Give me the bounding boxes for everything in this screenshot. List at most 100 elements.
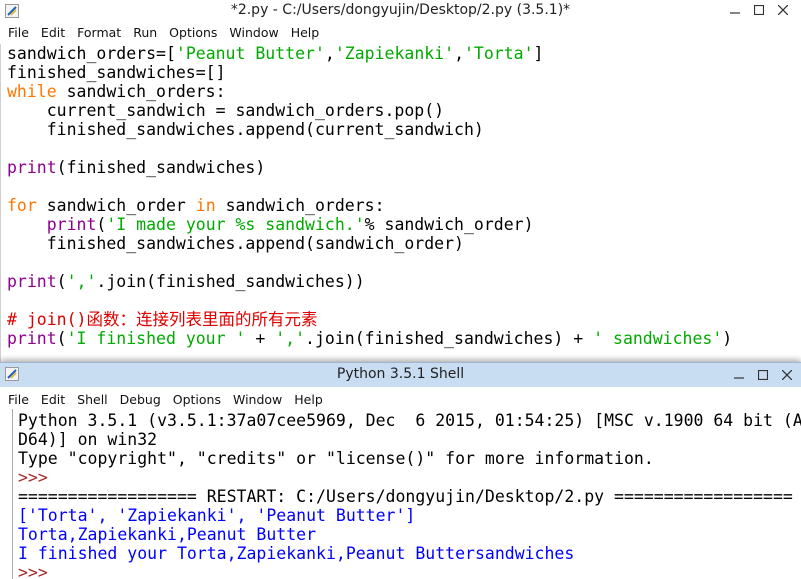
shell-titlebar[interactable]: Python 3.5.1 Shell — [0, 363, 801, 387]
code-token: while — [7, 82, 57, 101]
code-token: for — [7, 196, 37, 215]
editor-menu-file[interactable]: File — [0, 25, 35, 40]
code-token: sandwich_orders: — [215, 196, 385, 215]
editor-menu-edit[interactable]: Edit — [35, 25, 71, 40]
code-token: finished_sandwiches.append(sandwich_orde… — [7, 234, 464, 253]
shell-line: ================== RESTART: C:/Users/don… — [18, 487, 801, 506]
shell-window-controls — [727, 365, 799, 385]
code-token: (finished_sandwiches) — [56, 158, 266, 177]
code-token: >>> — [18, 468, 48, 487]
code-token: + — [245, 329, 276, 348]
code-token: .join(finished_sandwiches)) — [96, 272, 365, 291]
code-token: ( — [56, 329, 67, 348]
shell-line: Type "copyright", "credits" or "license(… — [18, 449, 801, 468]
code-token: .join(finished_sandwiches) + — [305, 329, 594, 348]
code-token: , — [454, 44, 464, 63]
code-token: ================== RESTART: C:/Users/don… — [18, 487, 793, 506]
code-token: print — [7, 329, 57, 348]
code-token: 'Peanut Butter' — [175, 44, 325, 63]
shell-title: Python 3.5.1 Shell — [336, 366, 465, 382]
code-token: Torta,Zapiekanki,Peanut Butter — [18, 525, 317, 544]
shell-menu-debug[interactable]: Debug — [114, 392, 167, 407]
code-token: ' sandwiches' — [593, 329, 723, 348]
editor-menu-options[interactable]: Options — [163, 25, 223, 40]
close-icon[interactable] — [775, 365, 799, 385]
code-token: ] — [533, 44, 544, 63]
editor-menu-window[interactable]: Window — [223, 25, 284, 40]
code-token: 'I made your %s sandwich.' — [106, 215, 365, 234]
editor-menubar: File Edit Format Run Options Window Help — [0, 22, 801, 42]
editor-code-area[interactable]: sandwich_orders=['Peanut Butter','Zapiek… — [7, 44, 801, 348]
close-icon[interactable] — [771, 0, 795, 20]
shell-line: >>> — [18, 563, 801, 579]
shell-menu-edit[interactable]: Edit — [35, 392, 71, 407]
shell-line: Python 3.5.1 (v3.5.1:37a07cee5969, Dec 6… — [18, 411, 801, 430]
shell-menu-shell[interactable]: Shell — [71, 392, 114, 407]
code-line: finished_sandwiches.append(current_sandw… — [7, 120, 801, 139]
code-token: ( — [96, 215, 107, 234]
shell-menu-file[interactable]: File — [0, 392, 35, 407]
editor-menu-format[interactable]: Format — [71, 25, 127, 40]
code-token: finished_sandwiches.append(current_sandw… — [7, 120, 484, 139]
shell-menubar: File Edit Shell Debug Options Window Help — [0, 389, 801, 409]
code-line: for sandwich_order in sandwich_orders: — [7, 196, 801, 215]
editor-titlebar[interactable]: *2.py - C:/Users/dongyujin/Desktop/2.py … — [0, 0, 801, 22]
editor-window: *2.py - C:/Users/dongyujin/Desktop/2.py … — [0, 0, 801, 362]
editor-window-controls — [723, 0, 795, 20]
shell-window: Python 3.5.1 Shell File Edit Shell Debug Opt… — [0, 362, 801, 579]
shell-line: D64)] on win32 — [18, 430, 801, 449]
code-line: print(finished_sandwiches) — [7, 158, 801, 177]
code-token: ',' — [66, 272, 97, 291]
code-line: finished_sandwiches.append(sandwich_orde… — [7, 234, 801, 253]
code-line: while sandwich_orders: — [7, 82, 801, 101]
code-line: print(','.join(finished_sandwiches)) — [7, 272, 801, 291]
code-token: 'Torta' — [464, 44, 534, 63]
shell-line: ['Torta', 'Zapiekanki', 'Peanut Butter'] — [18, 506, 801, 525]
code-token: print — [46, 215, 97, 234]
editor-menu-help[interactable]: Help — [285, 25, 326, 40]
code-line: print('I finished your ' + ','.join(fini… — [7, 329, 801, 348]
code-token: , — [324, 44, 335, 63]
editor-menu-run[interactable]: Run — [127, 25, 163, 40]
maximize-icon[interactable] — [751, 365, 775, 385]
code-token: finished_sandwiches=[] — [7, 63, 226, 82]
code-token: ['Torta', 'Zapiekanki', 'Peanut Butter'] — [18, 506, 416, 525]
minimize-icon[interactable] — [727, 365, 751, 385]
code-token: 'Zapiekanki' — [334, 44, 455, 63]
editor-title: *2.py - C:/Users/dongyujin/Desktop/2.py … — [230, 2, 571, 18]
code-token: sandwich_orders=[ — [7, 44, 176, 63]
editor-left-border — [0, 44, 1, 362]
shell-left-border — [12, 409, 13, 579]
code-token: Type "copyright", "credits" or "license(… — [18, 449, 654, 468]
shell-output-area[interactable]: Python 3.5.1 (v3.5.1:37a07cee5969, Dec 6… — [18, 411, 801, 579]
shell-menu-options[interactable]: Options — [167, 392, 227, 407]
code-token: print — [7, 158, 57, 177]
code-token: sandwich_order — [36, 196, 196, 215]
shell-line: >>> — [18, 468, 801, 487]
shell-menu-help[interactable]: Help — [288, 392, 329, 407]
code-token: % sandwich_order) — [364, 215, 534, 234]
code-token: current_sandwich = sandwich_orders.pop() — [7, 101, 445, 120]
code-token: ( — [56, 272, 67, 291]
code-line: # join()函数：连接列表里面的所有元素 — [7, 310, 801, 329]
code-token: ) — [722, 329, 733, 348]
code-token: # join()函数：连接列表里面的所有元素 — [7, 310, 318, 329]
shell-menu-window[interactable]: Window — [227, 392, 288, 407]
code-token: D64)] on win32 — [18, 430, 158, 449]
code-token: ',' — [275, 329, 306, 348]
shell-line: I finished your Torta,Zapiekanki,Peanut … — [18, 544, 801, 563]
code-token: sandwich_orders: — [56, 82, 226, 101]
code-token: I finished your Torta,Zapiekanki,Peanut … — [18, 544, 575, 563]
code-line: print('I made your %s sandwich.'% sandwi… — [7, 215, 801, 234]
code-token: in — [195, 196, 216, 215]
code-token: 'I finished your ' — [66, 329, 246, 348]
code-line: sandwich_orders=['Peanut Butter','Zapiek… — [7, 44, 801, 63]
maximize-icon[interactable] — [747, 0, 771, 20]
code-token: >>> — [18, 563, 48, 579]
code-token: print — [7, 272, 57, 291]
code-line: current_sandwich = sandwich_orders.pop() — [7, 101, 801, 120]
minimize-icon[interactable] — [723, 0, 747, 20]
